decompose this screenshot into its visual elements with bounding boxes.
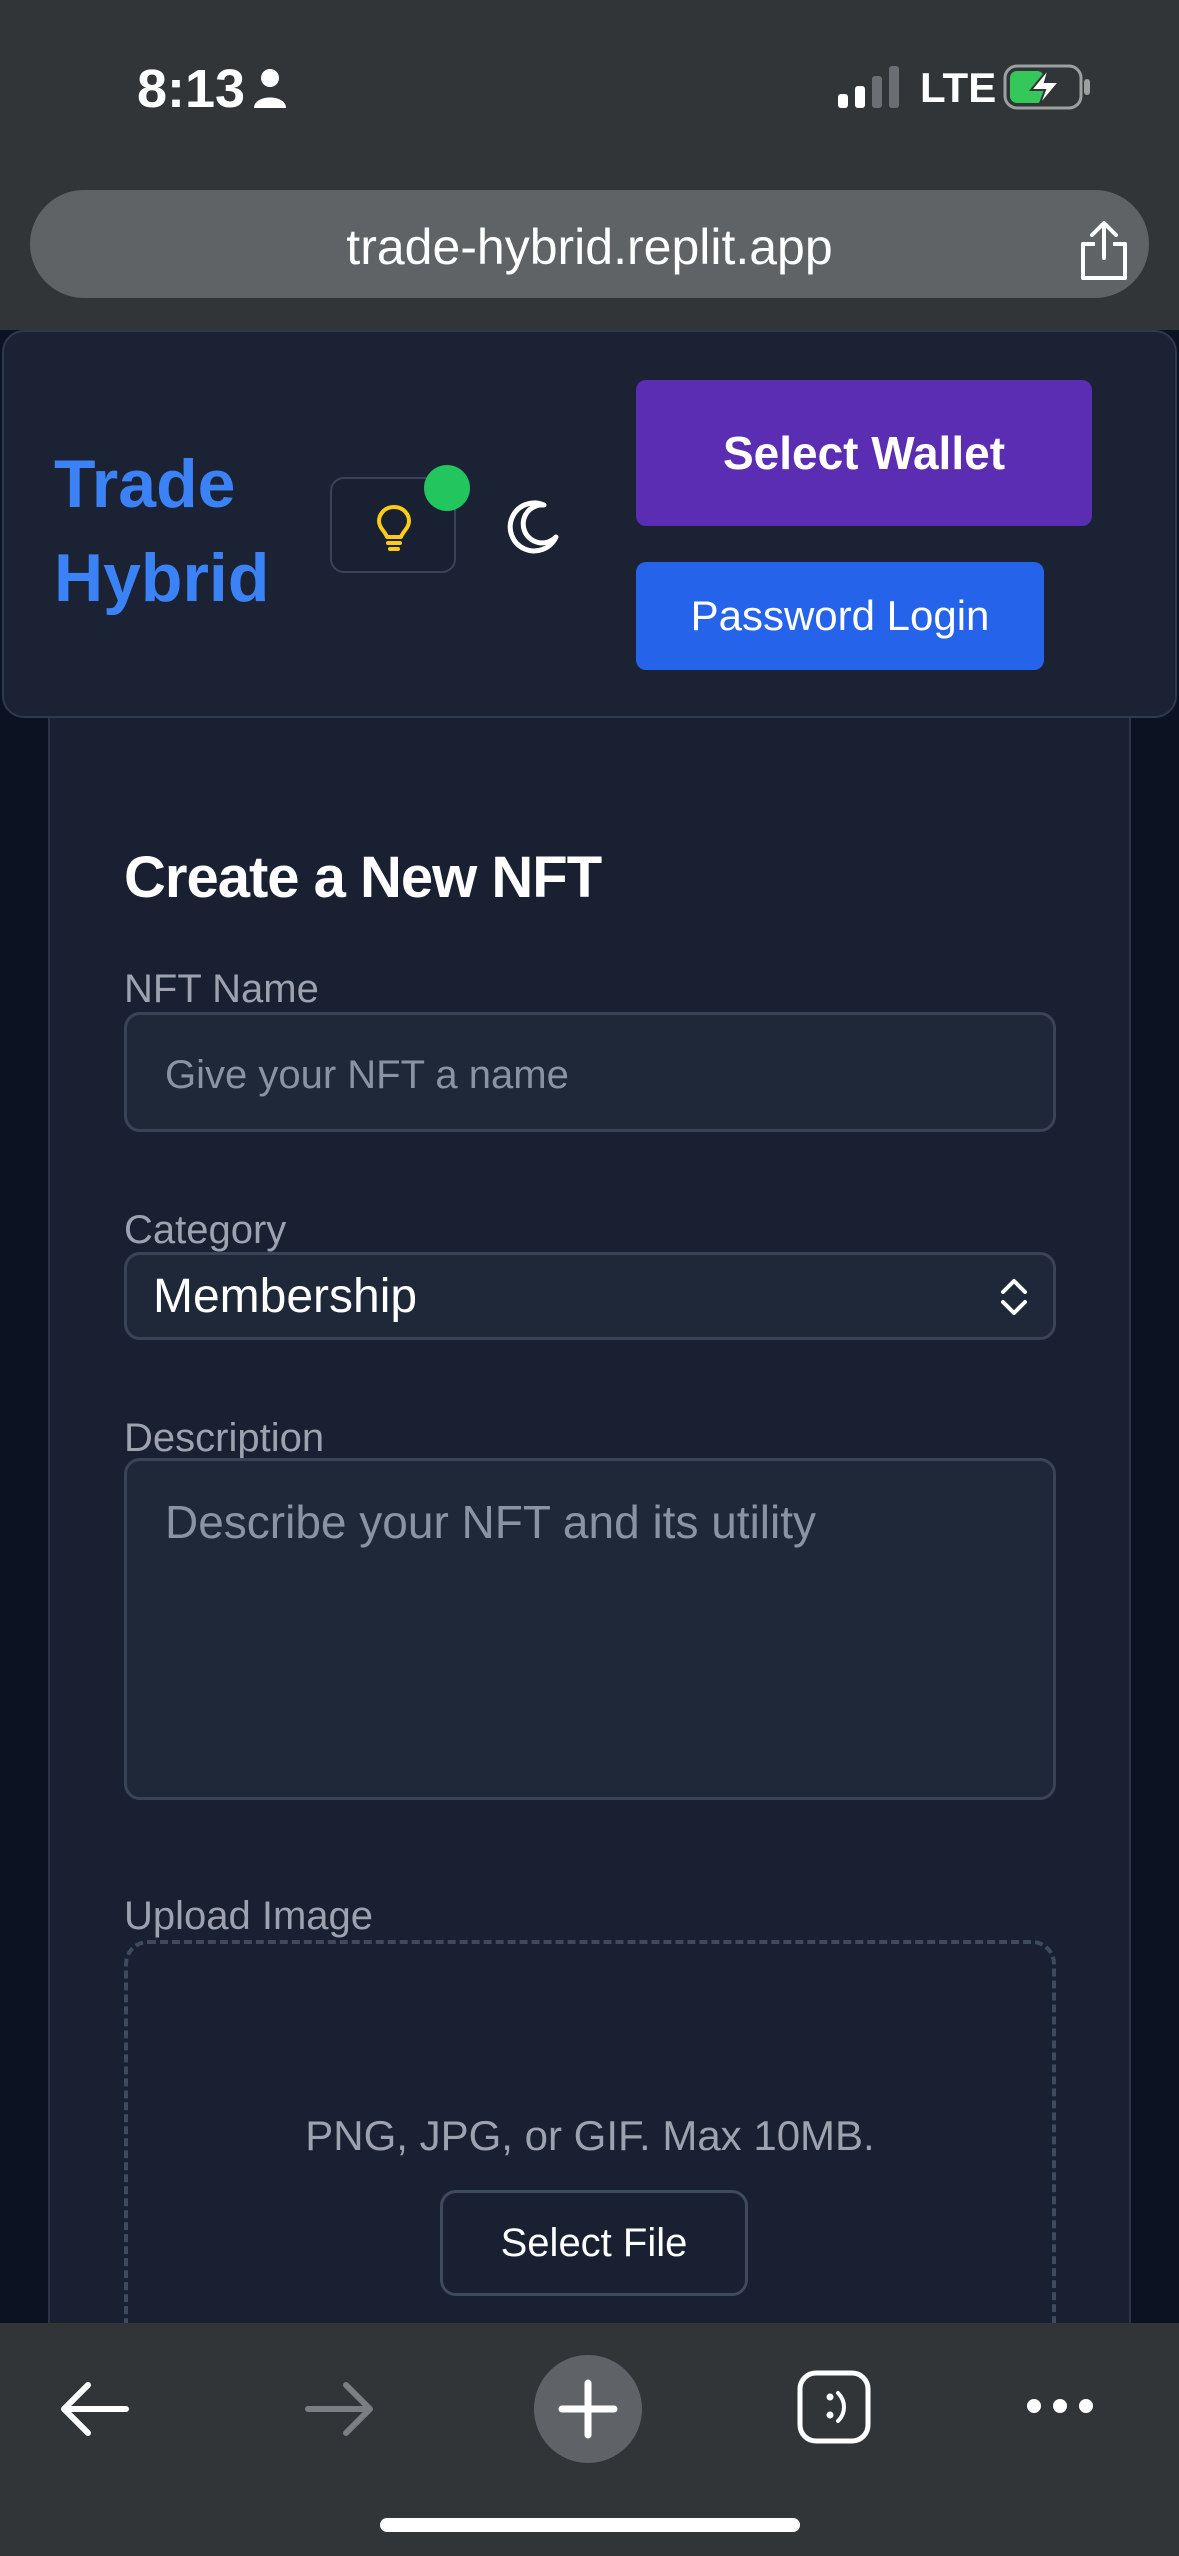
category-label: Category <box>124 1208 287 1252</box>
select-wallet-button[interactable]: Select Wallet <box>636 380 1092 526</box>
nft-name-label: NFT Name <box>124 967 319 1011</box>
url-text: trade-hybrid.replit.app <box>346 219 833 275</box>
lightbulb-icon <box>377 505 411 551</box>
site-logo[interactable]: Trade Hybrid <box>54 437 314 625</box>
share-icon[interactable] <box>1075 220 1133 282</box>
person-icon <box>254 69 286 108</box>
status-bar: 8:13 LTE <box>0 0 1179 175</box>
moon-icon[interactable] <box>504 497 562 555</box>
page-title: Create a New NFT <box>124 845 602 910</box>
back-arrow-icon[interactable] <box>58 2379 130 2439</box>
browser-address-area: trade-hybrid.replit.app <box>0 175 1179 330</box>
updown-chevron-icon <box>1001 1279 1027 1315</box>
battery-charging-icon <box>1003 64 1090 110</box>
category-selected-value: Membership <box>153 1270 418 1323</box>
plus-icon <box>558 2379 618 2439</box>
phone-screen: 8:13 LTE trade-hybrid.replit.app Trade H… <box>0 0 1179 2556</box>
more-icon[interactable] <box>1024 2393 1096 2419</box>
forward-arrow-icon[interactable] <box>304 2379 376 2439</box>
network-type: LTE <box>920 64 997 111</box>
description-label: Description <box>124 1416 325 1460</box>
description-placeholder: Describe your NFT and its utility <box>165 1496 817 1548</box>
select-file-button[interactable]: Select File <box>440 2190 748 2296</box>
status-time: 8:13 <box>137 59 246 119</box>
nft-name-input[interactable]: Give your NFT a name <box>124 1012 1056 1132</box>
nft-name-placeholder: Give your NFT a name <box>165 1053 569 1097</box>
signal-icon <box>838 66 899 108</box>
image-dropzone[interactable]: PNG, JPG, or GIF. Max 10MB. Select File <box>124 1940 1056 2323</box>
category-select[interactable]: Membership <box>124 1252 1056 1340</box>
site-header: Trade Hybrid Select Wallet Password Logi… <box>2 330 1177 718</box>
home-indicator <box>380 2518 800 2532</box>
tabs-icon[interactable] <box>796 2367 872 2447</box>
description-textarea[interactable]: Describe your NFT and its utility <box>124 1458 1056 1800</box>
upload-hint: PNG, JPG, or GIF. Max 10MB. <box>305 2112 875 2159</box>
address-bar[interactable]: trade-hybrid.replit.app <box>30 190 1149 298</box>
create-nft-card: Create a New NFT NFT Name Give your NFT … <box>48 690 1131 2323</box>
status-indicator-dot <box>424 465 470 511</box>
upload-image-label: Upload Image <box>124 1894 374 1938</box>
web-page: Trade Hybrid Select Wallet Password Logi… <box>0 330 1179 2323</box>
new-tab-button[interactable] <box>534 2355 642 2463</box>
password-login-button[interactable]: Password Login <box>636 562 1044 670</box>
